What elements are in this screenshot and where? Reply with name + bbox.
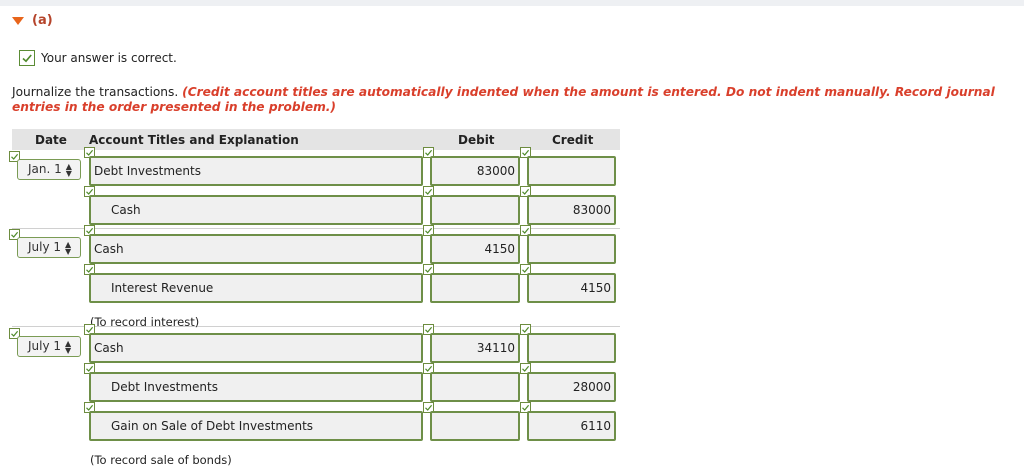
header-credit: Credit: [552, 133, 594, 147]
triangle-down-icon[interactable]: [12, 16, 24, 25]
date-value: July 1: [28, 339, 62, 353]
debit-field[interactable]: 34110: [430, 333, 520, 363]
credit-field[interactable]: 83000: [527, 195, 616, 225]
date-select[interactable]: July 1 ▲ ▼: [17, 336, 81, 357]
date-value: July 1: [28, 240, 62, 254]
credit-field[interactable]: 28000: [527, 372, 616, 402]
checkmark-icon: [19, 50, 35, 66]
header-debit: Debit: [458, 133, 495, 147]
entry-note: (To record interest): [90, 315, 200, 329]
credit-field[interactable]: 6110: [527, 411, 616, 441]
credit-field[interactable]: [527, 333, 616, 363]
account-field[interactable]: Interest Revenue: [89, 273, 423, 303]
debit-field[interactable]: 4150: [430, 234, 520, 264]
header-account: Account Titles and Explanation: [89, 133, 299, 147]
account-field[interactable]: Gain on Sale of Debt Investments: [89, 411, 423, 441]
top-band: [0, 0, 1024, 6]
header-date: Date: [35, 133, 67, 147]
account-field[interactable]: Cash: [89, 234, 423, 264]
credit-field[interactable]: 4150: [527, 273, 616, 303]
status-text: Your answer is correct.: [41, 51, 177, 65]
debit-field[interactable]: [430, 372, 520, 402]
debit-field[interactable]: 83000: [430, 156, 520, 186]
debit-field[interactable]: [430, 411, 520, 441]
debit-field[interactable]: [430, 273, 520, 303]
instructions-plain: Journalize the transactions.: [12, 85, 183, 99]
account-field[interactable]: Cash: [89, 333, 423, 363]
part-label: (a): [32, 13, 53, 28]
select-arrows-icon: ▲ ▼: [65, 161, 72, 178]
credit-field[interactable]: [527, 234, 616, 264]
account-field[interactable]: Debt Investments: [89, 372, 423, 402]
select-arrows-icon: ▲ ▼: [65, 239, 72, 256]
credit-field[interactable]: [527, 156, 616, 186]
part-header[interactable]: (a): [12, 13, 53, 28]
entry-note: (To record sale of bonds): [90, 453, 232, 467]
date-select[interactable]: Jan. 1 ▲ ▼: [17, 159, 81, 180]
select-arrows-icon: ▲ ▼: [65, 338, 72, 355]
date-value: Jan. 1: [28, 162, 62, 176]
instructions: Journalize the transactions. (Credit acc…: [12, 85, 1012, 115]
date-select[interactable]: July 1 ▲ ▼: [17, 237, 81, 258]
account-field[interactable]: Cash: [89, 195, 423, 225]
answer-status: Your answer is correct.: [19, 50, 177, 66]
debit-field[interactable]: [430, 195, 520, 225]
account-field[interactable]: Debt Investments: [89, 156, 423, 186]
